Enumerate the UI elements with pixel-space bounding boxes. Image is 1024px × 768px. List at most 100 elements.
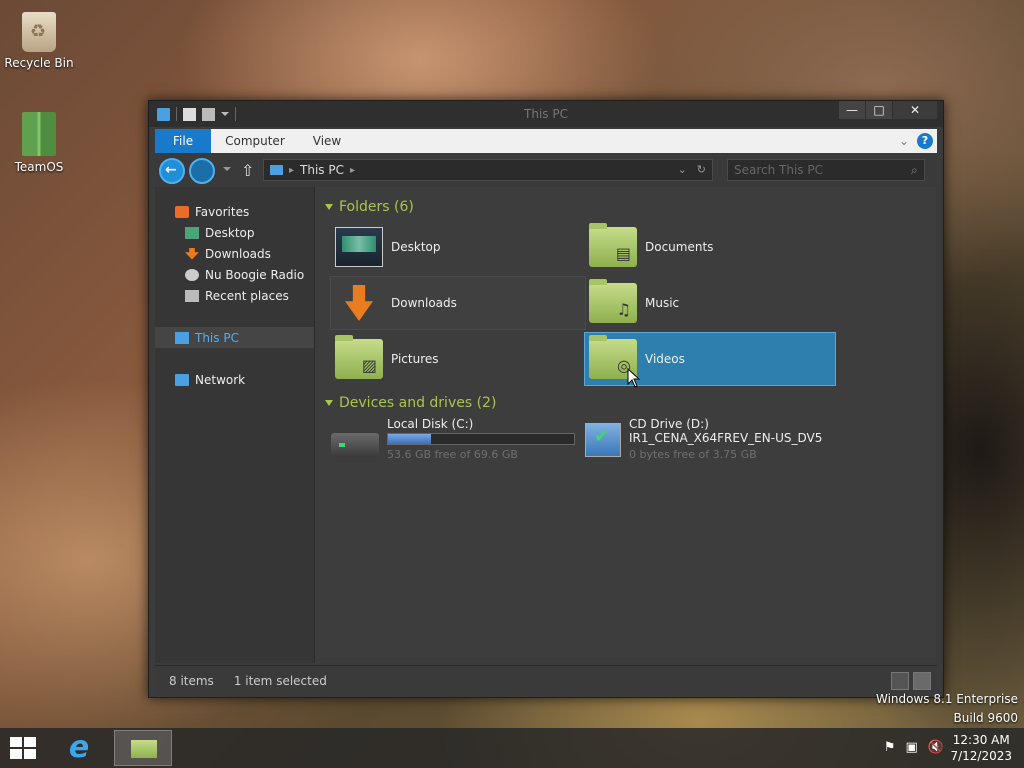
drive-usage-bar: [387, 433, 575, 445]
back-button[interactable]: [159, 158, 185, 184]
status-item-count: 8 items: [169, 673, 214, 688]
clock[interactable]: 12:30 AM 7/12/2023: [950, 732, 1012, 764]
clock-date: 7/12/2023: [950, 749, 1012, 763]
recycle-bin-icon: [22, 12, 56, 52]
nav-label: Recent places: [205, 288, 289, 303]
minimize-button[interactable]: —: [839, 101, 865, 119]
refresh-icon[interactable]: ↻: [697, 163, 706, 176]
drive-name: Local Disk (C:): [387, 417, 474, 431]
computer-icon: [175, 331, 189, 344]
explorer-window: This PC — □ ✕ File Computer View ⌄ ? ⇧ ▸…: [148, 100, 944, 698]
network-status-icon[interactable]: ▣: [906, 740, 918, 755]
breadcrumb-this-pc[interactable]: This PC: [300, 163, 344, 177]
nav-item-desktop[interactable]: Desktop: [155, 222, 314, 243]
nav-item-recent-places[interactable]: Recent places: [155, 285, 314, 306]
folder-name: Documents: [645, 240, 714, 254]
nav-label: This PC: [195, 330, 239, 345]
desktop-icon: [185, 226, 199, 239]
nav-label: Favorites: [195, 204, 250, 219]
search-icon: ⌕: [911, 163, 918, 177]
folder-name: Desktop: [391, 240, 441, 254]
music-folder-icon: ♫: [589, 279, 637, 323]
desktop-icon-teamos[interactable]: TeamOS: [0, 112, 78, 174]
folder-name: Music: [645, 296, 680, 310]
folder-icon: [22, 112, 56, 156]
folder-documents[interactable]: ▤ Documents: [585, 221, 835, 273]
nav-label: Downloads: [205, 246, 271, 261]
pictures-folder-icon: ▨: [335, 335, 383, 379]
documents-folder-icon: ▤: [589, 223, 637, 267]
volume-muted-icon[interactable]: 🔇: [928, 740, 944, 755]
group-header-devices[interactable]: Devices and drives (2): [325, 395, 927, 411]
drives-grid: Local Disk (C:) 53.6 GB free of 69.6 GB …: [331, 417, 927, 473]
nav-item-downloads[interactable]: Downloads: [155, 243, 314, 264]
window-title: This PC: [524, 107, 568, 121]
large-icons-view-button[interactable]: [913, 672, 931, 690]
group-header-folders[interactable]: Folders (6): [325, 199, 927, 215]
nav-network[interactable]: Network: [155, 369, 314, 390]
star-icon: [175, 205, 189, 218]
drive-cd-d[interactable]: CD Drive (D:) IR1_CENA_X64FREV_EN-US_DV5…: [585, 417, 845, 473]
content-pane: Folders (6) Desktop ▤ Documents Download…: [315, 187, 937, 663]
close-button[interactable]: ✕: [893, 101, 937, 119]
expand-ribbon-icon[interactable]: ⌄: [899, 134, 909, 148]
nav-this-pc[interactable]: This PC: [155, 327, 314, 348]
downloads-arrow-icon: [335, 283, 383, 323]
desktop-icon-label: Recycle Bin: [4, 56, 74, 70]
address-row: ⇧ ▸ This PC ▸ ⌄ ↻ Search This PC ⌕: [155, 153, 937, 187]
recent-places-icon: [185, 289, 199, 302]
folder-music[interactable]: ♫ Music: [585, 277, 835, 329]
folder-name: Downloads: [391, 296, 457, 310]
up-button[interactable]: ⇧: [241, 161, 254, 180]
internet-explorer-icon[interactable]: e: [62, 732, 96, 764]
address-dropdown-icon[interactable]: ⌄: [678, 163, 687, 176]
drive-volume-label: IR1_CENA_X64FREV_EN-US_DV5: [629, 431, 823, 445]
breadcrumb-arrow-icon[interactable]: ▸: [289, 165, 294, 176]
watermark-build: Build 9600: [953, 711, 1018, 725]
status-selection: 1 item selected: [233, 673, 327, 688]
forward-button[interactable]: [189, 158, 215, 184]
nav-favorites[interactable]: Favorites: [155, 201, 314, 222]
status-bar: 8 items 1 item selected: [155, 665, 937, 695]
folder-name: Pictures: [391, 352, 439, 366]
folder-desktop[interactable]: Desktop: [331, 221, 585, 273]
nav-item-nu-boogie-radio[interactable]: Nu Boogie Radio: [155, 264, 314, 285]
help-icon[interactable]: ?: [917, 133, 933, 149]
folder-pictures[interactable]: ▨ Pictures: [331, 333, 585, 385]
navigation-pane: Favorites Desktop Downloads Nu Boogie Ra…: [155, 187, 315, 663]
network-icon: [175, 373, 189, 386]
download-icon: [185, 247, 199, 260]
start-button[interactable]: [10, 737, 36, 759]
tab-computer[interactable]: Computer: [211, 129, 299, 153]
search-input[interactable]: Search This PC: [727, 159, 925, 181]
maximize-button[interactable]: □: [866, 101, 892, 119]
nav-label: Nu Boogie Radio: [205, 267, 305, 282]
file-explorer-taskbar-button[interactable]: [114, 730, 172, 766]
desktop-thumb-icon: [335, 227, 383, 267]
folders-grid: Desktop ▤ Documents Downloads ♫ Music ▨ …: [330, 221, 927, 386]
title-bar[interactable]: This PC — □ ✕: [149, 101, 943, 127]
breadcrumb-arrow-icon[interactable]: ▸: [350, 165, 355, 176]
nav-label: Desktop: [205, 225, 255, 240]
action-center-flag-icon[interactable]: ⚑: [884, 740, 896, 755]
tab-view[interactable]: View: [299, 129, 355, 153]
desktop-icon-label: TeamOS: [14, 160, 64, 174]
drive-local-disk-c[interactable]: Local Disk (C:) 53.6 GB free of 69.6 GB: [331, 417, 585, 473]
this-pc-icon: [270, 165, 283, 175]
tab-file[interactable]: File: [155, 129, 212, 153]
clock-time: 12:30 AM: [952, 733, 1010, 747]
details-view-button[interactable]: [891, 672, 909, 690]
desktop-icon-recycle-bin[interactable]: Recycle Bin: [0, 12, 78, 70]
folder-downloads[interactable]: Downloads: [330, 276, 586, 330]
nav-label: Network: [195, 372, 246, 387]
collapse-triangle-icon: [325, 400, 333, 406]
recent-locations-dropdown[interactable]: [223, 167, 231, 171]
mouse-cursor-icon: [627, 367, 641, 391]
group-title: Devices and drives (2): [339, 395, 497, 411]
folder-videos[interactable]: ◎ Videos: [584, 332, 836, 386]
folder-name: Videos: [645, 352, 685, 366]
ribbon: File Computer View ⌄ ?: [155, 129, 937, 153]
hard-disk-icon: [331, 433, 379, 457]
windows-watermark: Windows 8.1 Enterprise Build 9600: [876, 690, 1018, 728]
address-bar[interactable]: ▸ This PC ▸ ⌄ ↻: [263, 159, 713, 181]
